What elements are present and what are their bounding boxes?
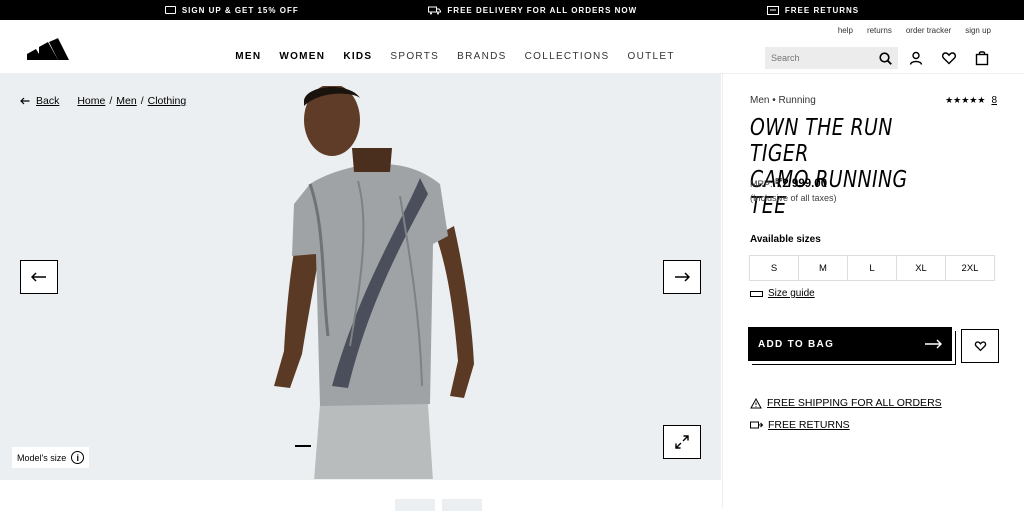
promo-returns[interactable]: FREE RETURNS [766,5,859,15]
search-box [765,47,898,69]
size-option-xl[interactable]: XL [896,255,946,281]
search-icon[interactable] [879,51,892,65]
tax-note: (Inclusive of all taxes) [750,193,837,203]
star-rating-icon: ★★★★★ [945,95,986,105]
main-nav: MEN WOMEN KIDS SPORTS BRANDS COLLECTIONS… [0,51,800,62]
return-box-icon [750,421,763,429]
arrow-right-icon [925,339,942,349]
promo-delivery[interactable]: FREE DELIVERY FOR ALL ORDERS NOW [428,6,637,15]
color-variant-thumb[interactable] [395,499,435,511]
card-icon [164,6,176,14]
product-details-panel: Men • Running ★★★★★ 8 OWN THE RUN TIGER … [722,74,1024,508]
model-size-button[interactable]: Model's size i [12,447,90,468]
color-variants-strip [0,479,721,511]
nav-sports[interactable]: SPORTS [390,51,439,62]
sign-up-link[interactable]: sign up [965,26,991,35]
order-tracker-link[interactable]: order tracker [906,26,951,35]
arrow-left-icon [31,272,46,282]
pagination-dot[interactable] [317,445,333,447]
product-category: Men • Running [750,95,816,106]
nav-women[interactable]: WOMEN [279,51,325,62]
expand-icon [675,435,689,449]
breadcrumb-men[interactable]: Men [116,95,136,107]
nav-brands[interactable]: BRANDS [457,51,506,62]
product-gallery: Back Home / Men / Clothing Model's size … [0,74,721,479]
expand-image-button[interactable] [663,425,701,459]
image-pagination [295,445,421,447]
breadcrumb-home[interactable]: Home [77,95,105,107]
size-option-m[interactable]: M [798,255,848,281]
warning-icon [750,397,762,408]
ruler-icon [750,290,763,297]
nav-outlet[interactable]: OUTLET [628,51,675,62]
next-image-button[interactable] [663,260,701,294]
arrow-right-icon [675,272,690,282]
pagination-dot[interactable] [405,445,421,447]
nav-kids[interactable]: KIDS [343,51,372,62]
returns-link[interactable]: returns [867,26,892,35]
add-to-bag-button[interactable]: ADD TO BAG [748,327,952,361]
color-variant-thumb[interactable] [442,499,482,511]
size-guide-link[interactable]: Size guide [750,288,815,299]
free-shipping-link[interactable]: FREE SHIPPING FOR ALL ORDERS [750,397,942,409]
product-price: MRP: ₹2 999.00 [750,178,828,190]
back-link[interactable]: Back [20,95,59,107]
rating[interactable]: ★★★★★ 8 [945,95,997,106]
breadcrumb: Back Home / Men / Clothing [20,95,186,107]
size-option-s[interactable]: S [749,255,799,281]
truck-icon [428,6,442,14]
pagination-dot[interactable] [383,445,399,447]
size-option-l[interactable]: L [847,255,897,281]
free-returns-link[interactable]: FREE RETURNS [750,419,850,431]
add-to-wishlist-button[interactable] [961,329,999,363]
back-arrow-icon [20,97,30,105]
product-title: OWN THE RUN TIGER CAMO RUNNING TEE [750,115,908,219]
pagination-dot[interactable] [295,445,311,447]
review-count: 8 [991,95,997,106]
bag-icon[interactable] [974,50,990,66]
product-image [274,86,474,479]
info-icon: i [71,451,85,464]
nav-collections[interactable]: COLLECTIONS [525,51,610,62]
breadcrumb-clothing[interactable]: Clothing [148,95,187,107]
return-icon [766,5,779,15]
pagination-dot[interactable] [339,445,355,447]
account-icon[interactable] [908,50,924,66]
help-link[interactable]: help [838,26,853,35]
size-option-2xl[interactable]: 2XL [945,255,995,281]
promo-bar: SIGN UP & GET 15% OFF FREE DELIVERY FOR … [0,0,1024,20]
wishlist-icon[interactable] [941,50,957,66]
utility-links: help returns order tracker sign up [838,26,991,35]
heart-icon [974,341,986,352]
size-selector: S M L XL 2XL [749,255,995,281]
pagination-dot[interactable] [361,445,377,447]
sizes-heading: Available sizes [750,234,821,245]
previous-image-button[interactable] [20,260,58,294]
nav-men[interactable]: MEN [235,51,261,62]
search-input[interactable] [771,53,871,63]
promo-signup[interactable]: SIGN UP & GET 15% OFF [164,6,299,15]
